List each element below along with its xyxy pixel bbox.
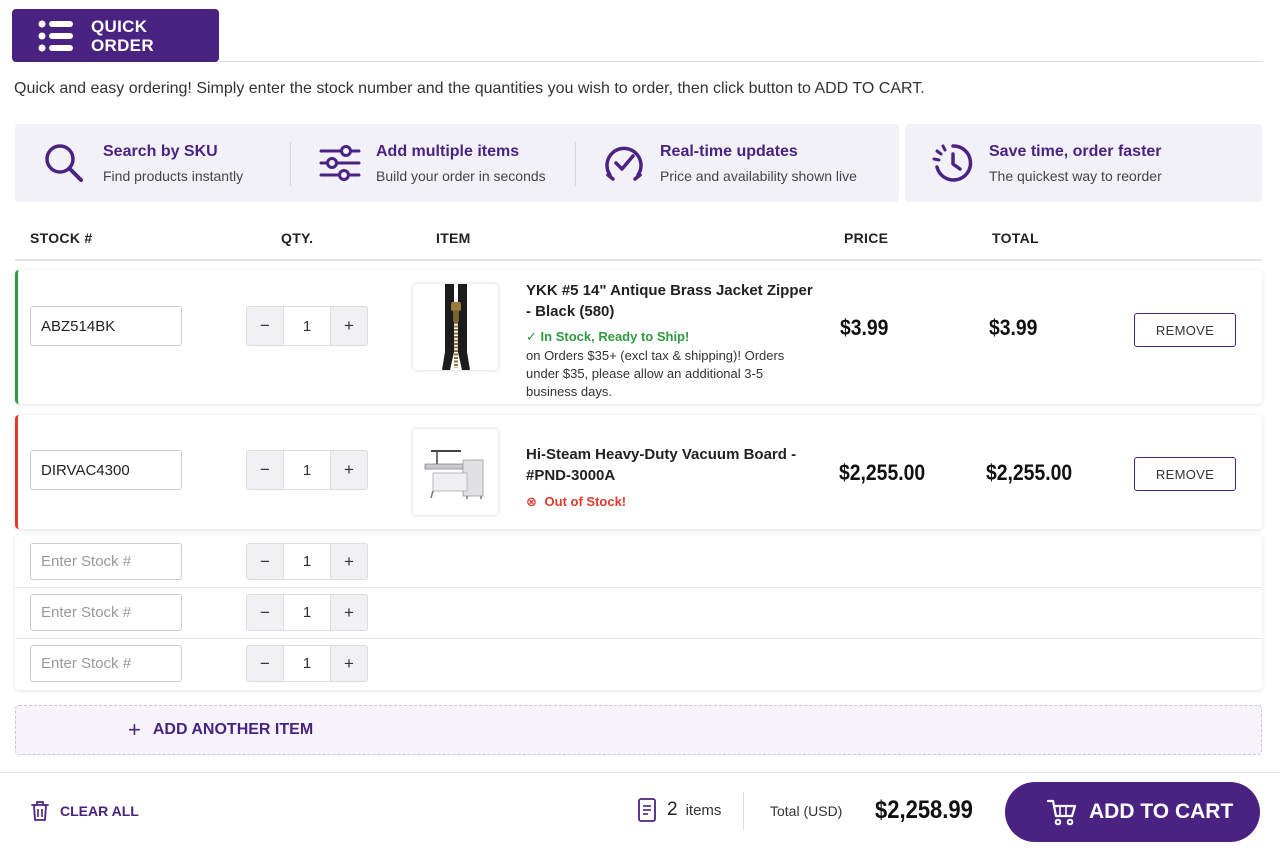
decrease-button[interactable]: −: [247, 595, 283, 630]
quantity-input[interactable]: 1: [283, 544, 331, 579]
sliders-icon: [319, 145, 361, 181]
item-name[interactable]: Hi-Steam Heavy-Duty Vacuum Board - #PND-…: [526, 444, 816, 486]
feature-divider: [575, 142, 576, 186]
col-header-qty: QTY.: [281, 230, 314, 246]
stock-input[interactable]: DIRVAC4300: [30, 450, 182, 490]
item-total: $2,255.00: [986, 460, 1073, 485]
feature-search: Search by SKU Find products instantly: [42, 124, 243, 202]
feature-title: Search by SKU: [103, 142, 218, 160]
stock-input[interactable]: Enter Stock #: [30, 645, 182, 682]
decrease-button[interactable]: −: [247, 646, 283, 681]
item-total: $3.99: [989, 315, 1038, 340]
remove-button[interactable]: REMOVE: [1134, 313, 1236, 347]
item-count-value: 2: [667, 799, 678, 820]
item-name[interactable]: YKK #5 14" Antique Brass Jacket Zipper -…: [526, 280, 816, 322]
stock-status: ✓ In Stock, Ready to Ship!: [526, 329, 690, 344]
cart-icon: [1047, 799, 1077, 826]
list-icon: [38, 20, 73, 51]
increase-button[interactable]: +: [331, 307, 367, 345]
decrease-button[interactable]: −: [247, 451, 283, 489]
decrease-button[interactable]: −: [247, 544, 283, 579]
increase-button[interactable]: +: [331, 595, 367, 630]
clear-all-button[interactable]: CLEAR ALL: [30, 800, 139, 822]
feature-subtitle: Price and availability shown live: [660, 167, 857, 184]
feature-save-time: Save time, order faster The quickest way…: [931, 124, 1162, 202]
quantity-stepper: − 1 +: [246, 645, 368, 682]
total-label: Total (USD): [770, 803, 843, 819]
increase-button[interactable]: +: [331, 451, 367, 489]
remove-button[interactable]: REMOVE: [1134, 457, 1236, 491]
quantity-input[interactable]: 1: [283, 451, 331, 489]
feature-title: Save time, order faster: [989, 142, 1162, 160]
zipper-image: [441, 284, 470, 370]
feature-title: Add multiple items: [376, 142, 520, 160]
item-count: 2 items: [637, 797, 721, 823]
plus-icon: +: [128, 717, 141, 742]
quick-order-button[interactable]: QUICK ORDER: [12, 9, 219, 62]
check-icon: ✓: [526, 329, 537, 344]
increase-button[interactable]: +: [331, 544, 367, 579]
search-icon: [45, 144, 83, 182]
item-count-label: items: [685, 801, 722, 819]
product-image[interactable]: [413, 429, 498, 515]
increase-button[interactable]: +: [331, 646, 367, 681]
quantity-input[interactable]: 1: [283, 307, 331, 345]
intro-text: Quick and easy ordering! Simply enter th…: [14, 80, 925, 97]
header-divider: [219, 61, 1262, 62]
empty-rows-group: [15, 535, 1262, 690]
decrease-button[interactable]: −: [247, 307, 283, 345]
add-to-cart-button[interactable]: ADD TO CART: [1005, 782, 1260, 842]
header-divider: [15, 259, 1262, 261]
feature-title: Real-time updates: [660, 142, 798, 160]
col-header-total: TOTAL: [992, 230, 1039, 246]
footer-separator: [743, 792, 744, 830]
quantity-stepper: − 1 +: [246, 543, 368, 580]
page-title: QUICK ORDER: [91, 16, 154, 55]
check-badge-icon: [605, 146, 643, 181]
feature-subtitle: The quickest way to reorder: [989, 167, 1162, 184]
feature-divider: [290, 142, 291, 186]
add-another-item-button[interactable]: + ADD ANOTHER ITEM: [15, 705, 1262, 755]
trash-icon: [31, 801, 49, 821]
footer-divider: [0, 772, 1280, 773]
quantity-input[interactable]: 1: [283, 595, 331, 630]
feature-realtime: Real-time updates Price and availability…: [602, 124, 857, 202]
feature-subtitle: Find products instantly: [103, 167, 244, 184]
feature-subtitle: Build your order in seconds: [376, 167, 546, 184]
stock-input[interactable]: Enter Stock #: [30, 594, 182, 631]
quantity-input[interactable]: 1: [283, 646, 331, 681]
col-header-item: ITEM: [436, 230, 471, 246]
feature-multiple: Add multiple items Build your order in s…: [318, 124, 546, 202]
item-price: $2,255.00: [839, 460, 926, 485]
stock-status: ⊗ Out of Stock!: [526, 494, 627, 509]
product-image[interactable]: [413, 284, 498, 370]
quantity-stepper: − 1 +: [246, 594, 368, 631]
item-price: $3.99: [840, 315, 889, 340]
col-header-price: PRICE: [844, 230, 889, 246]
x-circle-icon: ⊗: [526, 494, 537, 509]
total-value: $2,258.99: [875, 796, 973, 824]
history-icon: [932, 144, 973, 182]
quantity-stepper: − 1 +: [246, 306, 368, 346]
document-icon: [638, 798, 656, 822]
col-header-stock: STOCK #: [30, 230, 93, 246]
shipping-note: on Orders $35+ (excl tax & shipping)! Or…: [526, 348, 785, 399]
vacuum-board-image: [424, 450, 483, 499]
row-divider: [15, 587, 1262, 588]
quantity-stepper: − 1 +: [246, 450, 368, 490]
stock-input[interactable]: ABZ514BK: [30, 306, 182, 346]
row-divider: [15, 638, 1262, 639]
stock-input[interactable]: Enter Stock #: [30, 543, 182, 580]
